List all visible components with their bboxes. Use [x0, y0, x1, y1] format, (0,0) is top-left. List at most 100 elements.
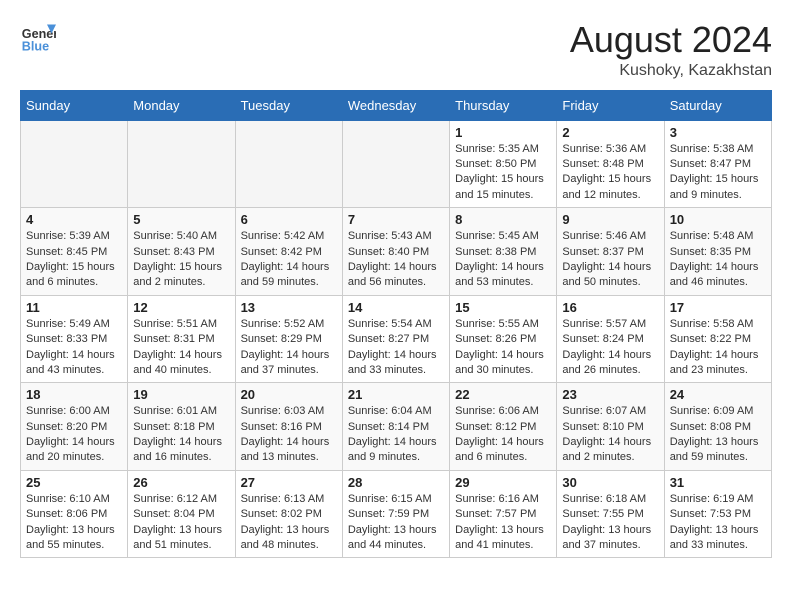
day-info: Sunrise: 5:57 AM Sunset: 8:24 PM Dayligh… [562, 317, 658, 379]
title-block: August 2024 Kushoky, Kazakhstan [570, 20, 772, 80]
calendar-cell: 20 Sunrise: 6:03 AM Sunset: 8:16 PM Dayli… [235, 383, 342, 471]
calendar-cell: 9Sunrise: 5:46 AM Sunset: 8:37 PM Daylig… [557, 208, 664, 296]
day-number: 27 [241, 475, 337, 490]
calendar-week-row: 4 Sunrise: 5:39 AM Sunset: 8:45 PM Daylig… [21, 208, 772, 296]
column-header-sunday: Sunday [21, 90, 128, 120]
day-number: 5 [133, 212, 229, 227]
day-info: Sunrise: 6:09 AM Sunset: 8:08 PM Dayligh… [670, 404, 766, 466]
calendar-cell: 31 Sunrise: 6:19 AM Sunset: 7:53 PM Dayli… [664, 470, 771, 558]
day-number: 1 [455, 125, 551, 140]
calendar-cell: 17 Sunrise: 5:58 AM Sunset: 8:22 PM Dayli… [664, 295, 771, 383]
day-number: 23 [562, 387, 658, 402]
calendar-cell: 11Sunrise: 5:49 AM Sunset: 8:33 PM Dayli… [21, 295, 128, 383]
day-info: Sunrise: 5:55 AM Sunset: 8:26 PM Dayligh… [455, 317, 551, 379]
calendar-cell [342, 120, 449, 208]
day-number: 30 [562, 475, 658, 490]
day-info: Sunrise: 6:15 AM Sunset: 7:59 PM Dayligh… [348, 492, 444, 554]
day-number: 14 [348, 300, 444, 315]
calendar-cell: 7 Sunrise: 5:43 AM Sunset: 8:40 PM Daylig… [342, 208, 449, 296]
day-info: Sunrise: 6:18 AM Sunset: 7:55 PM Dayligh… [562, 492, 658, 554]
calendar-cell: 5 Sunrise: 5:40 AM Sunset: 8:43 PM Daylig… [128, 208, 235, 296]
calendar-cell: 16Sunrise: 5:57 AM Sunset: 8:24 PM Dayli… [557, 295, 664, 383]
calendar-table: SundayMondayTuesdayWednesdayThursdayFrid… [20, 90, 772, 559]
day-info: Sunrise: 6:03 AM Sunset: 8:16 PM Dayligh… [241, 404, 337, 466]
calendar-cell [21, 120, 128, 208]
day-number: 2 [562, 125, 658, 140]
calendar-cell: 15 Sunrise: 5:55 AM Sunset: 8:26 PM Dayli… [450, 295, 557, 383]
day-info: Sunrise: 6:13 AM Sunset: 8:02 PM Dayligh… [241, 492, 337, 554]
calendar-cell: 3 Sunrise: 5:38 AM Sunset: 8:47 PM Daylig… [664, 120, 771, 208]
column-header-saturday: Saturday [664, 90, 771, 120]
day-number: 25 [26, 475, 122, 490]
day-number: 12 [133, 300, 229, 315]
day-info: Sunrise: 5:36 AM Sunset: 8:48 PM Dayligh… [562, 142, 658, 204]
day-info: Sunrise: 6:01 AM Sunset: 8:18 PM Dayligh… [133, 404, 229, 466]
day-number: 17 [670, 300, 766, 315]
day-number: 29 [455, 475, 551, 490]
calendar-cell: 28Sunrise: 6:15 AM Sunset: 7:59 PM Dayli… [342, 470, 449, 558]
day-number: 8 [455, 212, 551, 227]
month-year-title: August 2024 [570, 20, 772, 60]
calendar-cell: 1 Sunrise: 5:35 AM Sunset: 8:50 PM Daylig… [450, 120, 557, 208]
column-header-wednesday: Wednesday [342, 90, 449, 120]
day-info: Sunrise: 6:12 AM Sunset: 8:04 PM Dayligh… [133, 492, 229, 554]
day-number: 7 [348, 212, 444, 227]
day-number: 4 [26, 212, 122, 227]
day-info: Sunrise: 5:43 AM Sunset: 8:40 PM Dayligh… [348, 229, 444, 291]
day-number: 26 [133, 475, 229, 490]
calendar-cell: 29 Sunrise: 6:16 AM Sunset: 7:57 PM Dayli… [450, 470, 557, 558]
calendar-cell: 23 Sunrise: 6:07 AM Sunset: 8:10 PM Dayli… [557, 383, 664, 471]
day-number: 11 [26, 300, 122, 315]
day-info: Sunrise: 5:46 AM Sunset: 8:37 PM Dayligh… [562, 229, 658, 291]
day-number: 22 [455, 387, 551, 402]
calendar-week-row: 25 Sunrise: 6:10 AM Sunset: 8:06 PM Dayli… [21, 470, 772, 558]
day-info: Sunrise: 6:10 AM Sunset: 8:06 PM Dayligh… [26, 492, 122, 554]
calendar-cell: 6 Sunrise: 5:42 AM Sunset: 8:42 PM Daylig… [235, 208, 342, 296]
calendar-cell: 19 Sunrise: 6:01 AM Sunset: 8:18 PM Dayli… [128, 383, 235, 471]
calendar-cell: 30 Sunrise: 6:18 AM Sunset: 7:55 PM Dayli… [557, 470, 664, 558]
day-info: Sunrise: 6:06 AM Sunset: 8:12 PM Dayligh… [455, 404, 551, 466]
calendar-header-row: SundayMondayTuesdayWednesdayThursdayFrid… [21, 90, 772, 120]
day-info: Sunrise: 6:00 AM Sunset: 8:20 PM Dayligh… [26, 404, 122, 466]
calendar-cell: 2 Sunrise: 5:36 AM Sunset: 8:48 PM Daylig… [557, 120, 664, 208]
calendar-week-row: 18 Sunrise: 6:00 AM Sunset: 8:20 PM Dayli… [21, 383, 772, 471]
day-info: Sunrise: 6:07 AM Sunset: 8:10 PM Dayligh… [562, 404, 658, 466]
day-number: 18 [26, 387, 122, 402]
calendar-cell: 12 Sunrise: 5:51 AM Sunset: 8:31 PM Dayli… [128, 295, 235, 383]
day-info: Sunrise: 5:45 AM Sunset: 8:38 PM Dayligh… [455, 229, 551, 291]
day-info: Sunrise: 5:58 AM Sunset: 8:22 PM Dayligh… [670, 317, 766, 379]
day-info: Sunrise: 6:19 AM Sunset: 7:53 PM Dayligh… [670, 492, 766, 554]
day-info: Sunrise: 5:48 AM Sunset: 8:35 PM Dayligh… [670, 229, 766, 291]
calendar-week-row: 11Sunrise: 5:49 AM Sunset: 8:33 PM Dayli… [21, 295, 772, 383]
day-number: 31 [670, 475, 766, 490]
calendar-cell: 27 Sunrise: 6:13 AM Sunset: 8:02 PM Dayli… [235, 470, 342, 558]
calendar-cell: 10 Sunrise: 5:48 AM Sunset: 8:35 PM Dayli… [664, 208, 771, 296]
day-info: Sunrise: 5:52 AM Sunset: 8:29 PM Dayligh… [241, 317, 337, 379]
calendar-cell [128, 120, 235, 208]
calendar-cell: 24 Sunrise: 6:09 AM Sunset: 8:08 PM Dayli… [664, 383, 771, 471]
day-info: Sunrise: 6:16 AM Sunset: 7:57 PM Dayligh… [455, 492, 551, 554]
day-number: 15 [455, 300, 551, 315]
calendar-cell: 13 Sunrise: 5:52 AM Sunset: 8:29 PM Dayli… [235, 295, 342, 383]
day-number: 19 [133, 387, 229, 402]
page-header: General Blue August 2024 Kushoky, Kazakh… [20, 20, 772, 80]
day-number: 10 [670, 212, 766, 227]
day-number: 3 [670, 125, 766, 140]
day-info: Sunrise: 5:54 AM Sunset: 8:27 PM Dayligh… [348, 317, 444, 379]
day-number: 13 [241, 300, 337, 315]
day-info: Sunrise: 5:51 AM Sunset: 8:31 PM Dayligh… [133, 317, 229, 379]
day-number: 20 [241, 387, 337, 402]
column-header-tuesday: Tuesday [235, 90, 342, 120]
logo: General Blue [20, 20, 56, 56]
calendar-cell: 4 Sunrise: 5:39 AM Sunset: 8:45 PM Daylig… [21, 208, 128, 296]
logo-icon: General Blue [20, 20, 56, 56]
calendar-cell: 21Sunrise: 6:04 AM Sunset: 8:14 PM Dayli… [342, 383, 449, 471]
location-subtitle: Kushoky, Kazakhstan [570, 62, 772, 80]
day-info: Sunrise: 5:38 AM Sunset: 8:47 PM Dayligh… [670, 142, 766, 204]
day-info: Sunrise: 5:39 AM Sunset: 8:45 PM Dayligh… [26, 229, 122, 291]
day-info: Sunrise: 5:40 AM Sunset: 8:43 PM Dayligh… [133, 229, 229, 291]
day-number: 24 [670, 387, 766, 402]
day-info: Sunrise: 5:35 AM Sunset: 8:50 PM Dayligh… [455, 142, 551, 204]
day-info: Sunrise: 5:42 AM Sunset: 8:42 PM Dayligh… [241, 229, 337, 291]
day-number: 6 [241, 212, 337, 227]
